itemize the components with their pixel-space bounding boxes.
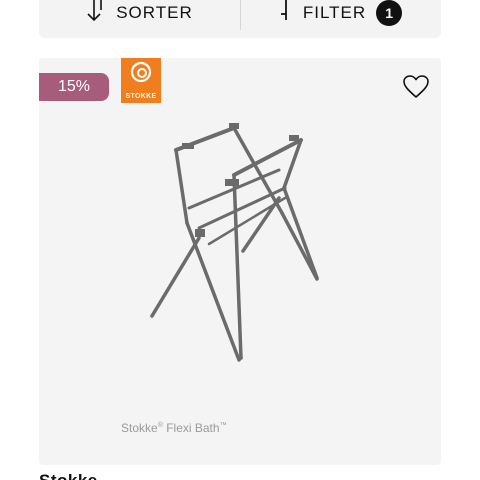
- sort-arrow-icon: [86, 0, 106, 29]
- filter-count-badge: 1: [376, 0, 403, 26]
- caption-product: Flexi Bath: [166, 421, 220, 435]
- caption-trademark: ™: [219, 422, 227, 429]
- sort-label: SORTER: [116, 3, 193, 22]
- stokke-logo-mark: [130, 61, 152, 83]
- filter-button[interactable]: FILTER 1: [240, 0, 441, 38]
- caption-brand: Stokke: [121, 421, 158, 435]
- brand-name: STOKKE: [125, 93, 157, 100]
- product-card[interactable]: 15% STOKKE Stokke® Flexi Bath™: [39, 58, 441, 465]
- caption-registered-mark: ®: [157, 422, 163, 429]
- sort-filter-bar: SORTER FILTER 1: [39, 0, 441, 38]
- sort-button[interactable]: SORTER: [39, 0, 240, 38]
- discount-badge: 15%: [39, 73, 109, 101]
- image-caption: Stokke® Flexi Bath™: [121, 421, 227, 435]
- filter-icon: [279, 0, 293, 29]
- filter-label: FILTER: [302, 3, 367, 22]
- heart-icon: [403, 75, 429, 98]
- stokke-logo: STOKKE: [121, 58, 161, 103]
- product-listing-page: SORTER FILTER 1 15% STOKKE Stokke® Flexi…: [0, 0, 480, 480]
- product-title[interactable]: Stokke: [39, 471, 98, 480]
- product-image: [150, 123, 319, 362]
- wishlist-button[interactable]: [402, 74, 430, 100]
- bath-stand-illustration: [150, 123, 319, 362]
